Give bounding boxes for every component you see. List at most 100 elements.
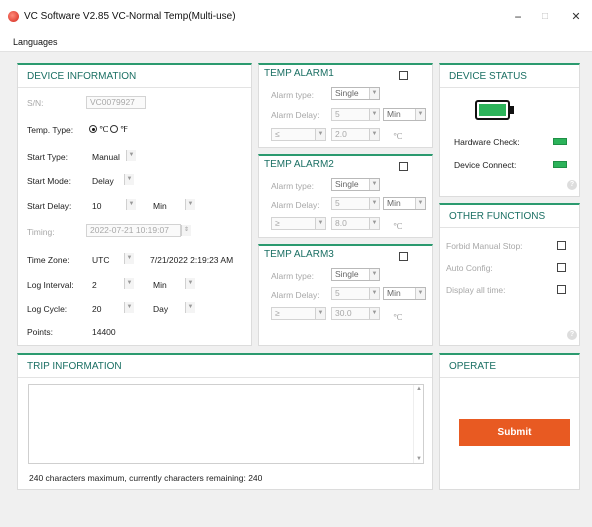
- display-all-time-checkbox[interactable]: [557, 285, 566, 294]
- alarm2-type-select[interactable]: Single ▼: [331, 178, 380, 191]
- help-icon[interactable]: ?: [567, 330, 577, 340]
- alarm1-threshold-dropdown-arrow-icon[interactable]: ▼: [369, 129, 379, 140]
- alarm1-delay-dropdown-arrow-icon[interactable]: ▼: [369, 109, 379, 120]
- alarm2-threshold-select[interactable]: 8.0 ▼: [331, 217, 380, 230]
- alarm1-delay-label: Alarm Delay:: [271, 110, 320, 120]
- trip-information-title: TRIP INFORMATION: [27, 361, 122, 372]
- temp-alarm2-enable-checkbox[interactable]: [399, 162, 408, 171]
- menu-languages[interactable]: Languages: [13, 37, 58, 47]
- minimize-button[interactable]: −: [508, 8, 528, 26]
- alarm3-delay-value: 5: [335, 288, 340, 298]
- alarm1-type-dropdown-arrow-icon[interactable]: ▼: [369, 88, 379, 99]
- alarm3-threshold-dropdown-arrow-icon[interactable]: ▼: [369, 308, 379, 319]
- scroll-down-icon[interactable]: ▼: [416, 456, 422, 462]
- alarm1-delay-unit-value: Min: [387, 109, 401, 119]
- start-delay-label: Start Delay:: [27, 201, 72, 211]
- timing-label: Timing:: [27, 227, 55, 237]
- log-interval-unit[interactable]: Min: [153, 280, 167, 290]
- close-button[interactable]: ✕: [566, 8, 586, 26]
- start-type-dropdown-arrow-icon[interactable]: ▼: [126, 150, 136, 161]
- start-mode-value[interactable]: Delay: [92, 176, 114, 186]
- alarm3-type-value: Single: [335, 269, 359, 279]
- points-label: Points:: [27, 327, 53, 337]
- start-delay-unit-dropdown-arrow-icon[interactable]: ▼: [185, 199, 195, 210]
- sn-field[interactable]: VC0079927: [86, 96, 146, 109]
- alarm1-type-label: Alarm type:: [271, 90, 314, 100]
- timing-field[interactable]: 2022-07-21 10:19:07: [86, 224, 181, 237]
- alarm3-delay-label: Alarm Delay:: [271, 290, 320, 300]
- alarm2-delay-unit-dropdown-arrow-icon[interactable]: ▼: [415, 198, 425, 209]
- fahrenheit-radio[interactable]: [110, 125, 118, 133]
- time-zone-time: 7/21/2022 2:19:23 AM: [150, 255, 234, 265]
- alarm3-delay-unit-select[interactable]: Min ▼: [383, 287, 426, 300]
- alarm3-threshold-select[interactable]: 30.0 ▼: [331, 307, 380, 320]
- start-mode-label: Start Mode:: [27, 176, 71, 186]
- alarm2-operator-dropdown-arrow-icon[interactable]: ▼: [315, 218, 325, 229]
- alarm1-operator-dropdown-arrow-icon[interactable]: ▼: [315, 129, 325, 140]
- start-type-value[interactable]: Manual: [92, 152, 120, 162]
- alarm3-delay-select[interactable]: 5 ▼: [331, 287, 380, 300]
- alarm2-unit-label: ℃: [393, 221, 403, 231]
- alarm2-delay-select[interactable]: 5 ▼: [331, 197, 380, 210]
- temp-alarm1-panel: TEMP ALARM1 Alarm type: Single ▼ Alarm De…: [258, 63, 433, 148]
- log-cycle-dropdown-arrow-icon[interactable]: ▼: [124, 302, 134, 313]
- trip-textarea-scrollbar[interactable]: ▲ ▼: [413, 385, 424, 463]
- alarm1-delay-unit-select[interactable]: Min ▼: [383, 108, 426, 121]
- alarm2-operator-select[interactable]: ≥ ▼: [271, 217, 326, 230]
- alarm1-operator-select[interactable]: ≤ ▼: [271, 128, 326, 141]
- alarm1-type-value: Single: [335, 88, 359, 98]
- temp-alarm1-enable-checkbox[interactable]: [399, 71, 408, 80]
- alarm2-delay-dropdown-arrow-icon[interactable]: ▼: [369, 198, 379, 209]
- time-zone-dropdown-arrow-icon[interactable]: ▼: [124, 253, 134, 264]
- alarm3-type-select[interactable]: Single ▼: [331, 268, 380, 281]
- alarm3-operator-dropdown-arrow-icon[interactable]: ▼: [315, 308, 325, 319]
- trip-information-panel: TRIP INFORMATION ▲ ▼ 240 characters maxi…: [17, 353, 433, 490]
- alarm3-type-dropdown-arrow-icon[interactable]: ▼: [369, 269, 379, 280]
- scroll-up-icon[interactable]: ▲: [416, 386, 422, 392]
- start-delay-value[interactable]: 10: [92, 201, 101, 211]
- alarm2-type-dropdown-arrow-icon[interactable]: ▼: [369, 179, 379, 190]
- operate-panel: OPERATE Submit: [439, 353, 580, 490]
- temp-alarm2-title: TEMP ALARM2: [264, 159, 334, 170]
- timing-spinner-icon[interactable]: ⇕: [181, 225, 191, 236]
- alarm1-type-select[interactable]: Single ▼: [331, 87, 380, 100]
- log-cycle-unit-dropdown-arrow-icon[interactable]: ▼: [185, 302, 195, 313]
- log-interval-value[interactable]: 2: [92, 280, 97, 290]
- alarm1-threshold-select[interactable]: 2.0 ▼: [331, 128, 380, 141]
- alarm3-operator-select[interactable]: ≥ ▼: [271, 307, 326, 320]
- app-logo-icon: [8, 11, 19, 22]
- alarm3-delay-unit-dropdown-arrow-icon[interactable]: ▼: [415, 288, 425, 299]
- alarm2-threshold-dropdown-arrow-icon[interactable]: ▼: [369, 218, 379, 229]
- alarm3-threshold-value: 30.0: [335, 308, 352, 318]
- temp-alarm3-enable-checkbox[interactable]: [399, 252, 408, 261]
- window-title: VC Software V2.85 VC-Normal Temp(Multi-u…: [24, 11, 236, 22]
- celsius-radio[interactable]: [89, 125, 97, 133]
- alarm2-delay-unit-select[interactable]: Min ▼: [383, 197, 426, 210]
- log-interval-unit-dropdown-arrow-icon[interactable]: ▼: [185, 278, 195, 289]
- trip-information-textarea[interactable]: [28, 384, 424, 464]
- maximize-button[interactable]: □: [535, 8, 555, 26]
- points-value: 14400: [92, 327, 116, 337]
- alarm1-delay-unit-dropdown-arrow-icon[interactable]: ▼: [415, 109, 425, 120]
- log-interval-label: Log Interval:: [27, 280, 74, 290]
- log-interval-dropdown-arrow-icon[interactable]: ▼: [124, 278, 134, 289]
- menu-bar: Languages: [0, 34, 592, 52]
- help-icon[interactable]: ?: [567, 180, 577, 190]
- divider: [440, 377, 579, 378]
- time-zone-value[interactable]: UTC: [92, 255, 109, 265]
- auto-config-checkbox[interactable]: [557, 263, 566, 272]
- alarm1-delay-select[interactable]: 5 ▼: [331, 108, 380, 121]
- alarm3-delay-dropdown-arrow-icon[interactable]: ▼: [369, 288, 379, 299]
- start-delay-dropdown-arrow-icon[interactable]: ▼: [126, 199, 136, 210]
- forbid-manual-stop-checkbox[interactable]: [557, 241, 566, 250]
- log-cycle-unit[interactable]: Day: [153, 304, 168, 314]
- alarm3-type-label: Alarm type:: [271, 271, 314, 281]
- log-cycle-value[interactable]: 20: [92, 304, 101, 314]
- forbid-manual-stop-label: Forbid Manual Stop:: [446, 241, 523, 251]
- submit-button[interactable]: Submit: [459, 419, 570, 446]
- divider: [18, 87, 251, 88]
- start-mode-dropdown-arrow-icon[interactable]: ▼: [124, 174, 134, 185]
- start-delay-unit[interactable]: Min: [153, 201, 167, 211]
- divider: [18, 377, 432, 378]
- auto-config-label: Auto Config:: [446, 263, 493, 273]
